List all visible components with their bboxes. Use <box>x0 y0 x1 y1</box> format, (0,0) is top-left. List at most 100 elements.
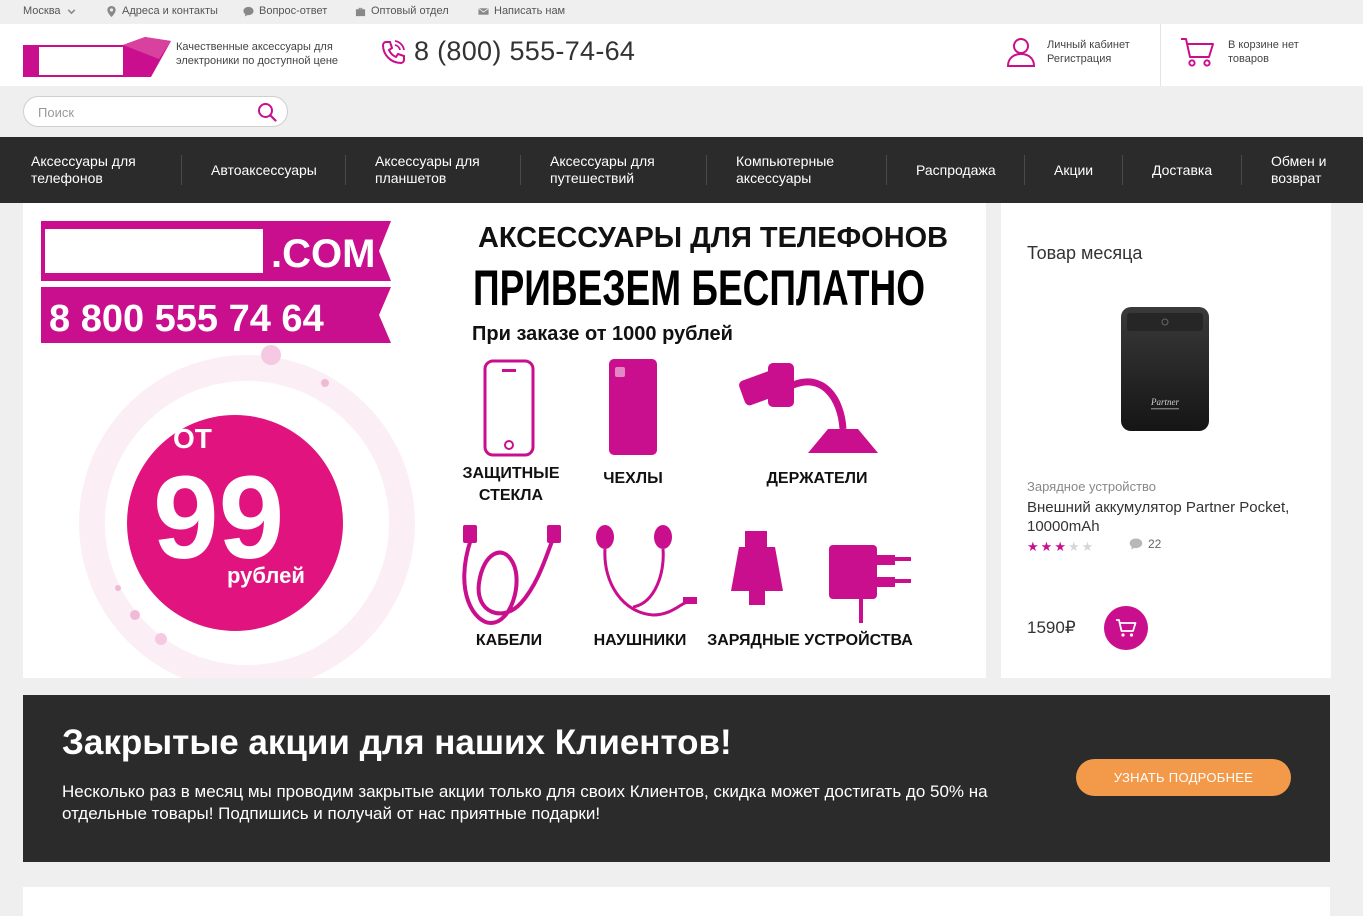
faq-link-label: Вопрос-ответ <box>259 5 328 17</box>
wall-charger-icon <box>895 579 911 583</box>
price-prefix: ОТ <box>173 423 212 454</box>
cat-glass-label-1: ЗАЩИТНЫЕ <box>462 465 559 482</box>
price-unit: рублей <box>227 563 305 588</box>
closed-promotions-block: Закрытые акции для наших Клиентов! Неско… <box>23 695 1330 862</box>
nav-item-tablet-accessories[interactable]: Аксессуары для планшетов <box>375 137 495 203</box>
phone-icon <box>381 39 405 64</box>
learn-more-button[interactable]: УЗНАТЬ ПОДРОБНЕЕ <box>1076 759 1291 796</box>
nav-item-travel-accessories[interactable]: Аксессуары для путешествий <box>550 137 680 203</box>
phone-holder-icon <box>768 363 794 407</box>
location-pin-icon <box>107 5 116 17</box>
banner-phone: 8 800 555 74 64 <box>49 298 324 340</box>
user-icon <box>1006 38 1036 67</box>
nav-separator <box>706 155 707 185</box>
banner-headline-2: ПРИВЕЗЕМ БЕСПЛАТНО <box>473 260 925 316</box>
nav-item-label: Автоаксессуары <box>211 161 317 178</box>
cat-cables-label: КАБЕЛИ <box>476 632 542 649</box>
banner-subline: При заказе от 1000 рублей <box>472 323 733 345</box>
nav-item-returns[interactable]: Обмен и возврат <box>1271 137 1339 203</box>
cat-glass-label-2: СТЕКЛА <box>479 487 544 504</box>
header-phone[interactable]: 8 (800) 555-74-64 <box>378 36 635 67</box>
review-count: 22 <box>1148 537 1162 551</box>
nav-item-promotions[interactable]: Акции <box>1054 137 1093 203</box>
contacts-link-label: Адреса и контакты <box>122 5 218 17</box>
cat-holders-label: ДЕРЖАТЕЛИ <box>767 470 868 487</box>
decor-dot <box>130 610 140 620</box>
promo-title: Закрытые акции для наших Клиентов! <box>62 723 732 762</box>
nav-item-sale[interactable]: Распродажа <box>916 137 996 203</box>
banner-headline-1: АКСЕССУАРЫ ДЛЯ ТЕЛЕФОНОВ <box>478 222 948 254</box>
star-empty-icon: ★ <box>1081 539 1094 554</box>
header-divider <box>1160 24 1161 86</box>
promo-banner[interactable]: .COM 8 800 555 74 64 ОТ 99 рублей АКСЕСС… <box>23 203 986 678</box>
cable-icon <box>547 525 561 543</box>
cart-status: В корзине нет товаров <box>1228 39 1299 65</box>
nav-item-phone-accessories[interactable]: Аксессуары для телефонов <box>31 137 151 203</box>
briefcase-icon <box>355 7 366 16</box>
site-logo[interactable] <box>23 33 171 77</box>
top-utility-bar: Москва Адреса и контакты Вопрос-ответ Оп… <box>0 0 1363 24</box>
product-of-month-card: Товар месяца Partner Зарядное устройство… <box>1001 203 1331 678</box>
product-image[interactable]: Partner <box>1113 303 1217 439</box>
nav-item-auto-accessories[interactable]: Автоаксессуары <box>211 137 317 203</box>
nav-separator <box>886 155 887 185</box>
cart-icon <box>1116 619 1137 637</box>
nav-separator <box>1122 155 1123 185</box>
faq-link[interactable]: Вопрос-ответ <box>243 5 327 17</box>
main-navigation: Аксессуары для телефонов Автоаксессуары … <box>0 137 1363 203</box>
site-header: Качественные аксессуары для электроники … <box>0 24 1363 86</box>
cable-icon <box>463 525 477 543</box>
cart-link[interactable]: В корзине нет товаров <box>1180 36 1338 68</box>
decor-dot <box>321 379 329 387</box>
cat-cases-label: ЧЕХЛЫ <box>603 470 662 487</box>
cable-icon <box>462 538 555 626</box>
nav-item-label: Обмен и возврат <box>1271 153 1327 186</box>
nav-item-label: Аксессуары для телефонов <box>31 153 136 186</box>
phone-number: 8 (800) 555-74-64 <box>414 36 636 66</box>
nav-item-label: Аксессуары для планшетов <box>375 153 480 186</box>
phone-holder-icon <box>808 429 878 453</box>
phone-holder-icon <box>791 378 847 430</box>
promo-text: Несколько раз в месяц мы проводим закрыт… <box>62 782 988 823</box>
nav-item-computer-accessories[interactable]: Компьютерные аксессуары <box>736 137 856 203</box>
star-filled-icon: ★ <box>1040 539 1053 554</box>
phone-case-icon <box>615 367 625 377</box>
wholesale-link-label: Оптовый отдел <box>371 5 449 17</box>
account-link-label[interactable]: Личный кабинет <box>1047 38 1130 52</box>
city-label: Москва <box>23 5 61 17</box>
star-filled-icon: ★ <box>1027 539 1039 554</box>
chat-bubble-icon <box>243 6 254 17</box>
register-link-label[interactable]: Регистрация <box>1047 52 1130 66</box>
product-reviews[interactable]: 22 <box>1129 537 1161 551</box>
account-link[interactable]: Личный кабинет Регистрация <box>1005 36 1130 68</box>
decor-dot <box>115 585 121 591</box>
search-icon[interactable] <box>257 102 277 122</box>
wall-charger-icon <box>829 545 877 599</box>
city-selector[interactable]: Москва <box>23 5 77 17</box>
product-name[interactable]: Внешний аккумулятор Partner Pocket, 1000… <box>1027 498 1317 536</box>
banner-domain: .COM <box>271 232 375 276</box>
nav-item-label: Аксессуары для путешествий <box>550 153 655 186</box>
search-box <box>23 96 288 127</box>
headphones-icon <box>654 525 672 549</box>
write-us-link-label: Написать нам <box>494 5 566 17</box>
product-of-month-title: Товар месяца <box>1027 243 1143 263</box>
headphones-icon <box>683 597 697 604</box>
protective-glass-icon <box>502 369 516 372</box>
nav-separator <box>520 155 521 185</box>
wall-charger-icon <box>895 557 911 561</box>
content-card <box>23 887 1330 916</box>
cat-chargers-label: ЗАРЯДНЫЕ УСТРОЙСТВА <box>707 630 913 649</box>
envelope-icon <box>478 7 489 15</box>
car-charger-icon <box>731 547 783 591</box>
contacts-link[interactable]: Адреса и контакты <box>106 5 218 17</box>
star-empty-icon: ★ <box>1067 539 1080 554</box>
wholesale-link[interactable]: Оптовый отдел <box>355 5 449 17</box>
nav-separator <box>1241 155 1242 185</box>
write-us-link[interactable]: Написать нам <box>478 5 565 17</box>
product-category: Зарядное устройство <box>1027 479 1157 494</box>
search-input[interactable] <box>38 103 248 121</box>
nav-item-delivery[interactable]: Доставка <box>1152 137 1212 203</box>
wall-charger-icon <box>877 555 895 565</box>
add-to-cart-button[interactable] <box>1104 606 1148 650</box>
